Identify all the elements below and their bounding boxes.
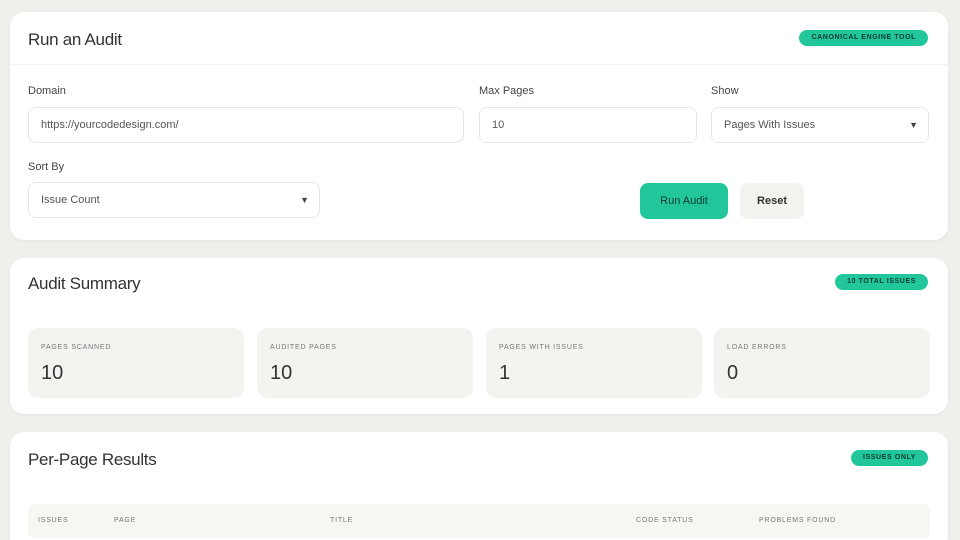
- stat-load-errors: Load Errors 0: [714, 328, 930, 398]
- stat-pages-scanned: Pages Scanned 10: [28, 328, 244, 398]
- domain-label: Domain: [28, 85, 66, 97]
- sort-by-select[interactable]: Issue Count ▼: [28, 182, 320, 218]
- max-pages-label: Max Pages: [479, 85, 535, 97]
- run-audit-button[interactable]: Run Audit: [640, 183, 728, 219]
- run-audit-card: Run an Audit Canonical Engine Tool Domai…: [10, 12, 948, 240]
- stat-value: 1: [499, 362, 511, 384]
- per-page-results-card: Per-Page Results Issues Only Issues Page…: [10, 432, 948, 540]
- stat-value: 10: [41, 362, 64, 384]
- sort-by-label: Sort By: [28, 161, 65, 173]
- results-filter-badge: Issues Only: [850, 450, 928, 466]
- stat-pages-with-issues: Pages With Issues 1: [486, 328, 702, 398]
- audit-summary-title: Audit Summary: [28, 274, 141, 293]
- audit-tool-badge: Canonical Engine Tool: [799, 30, 928, 46]
- max-pages-input[interactable]: 10: [479, 107, 697, 143]
- stat-label: Pages With Issues: [499, 344, 584, 351]
- sort-by-select-value: Issue Count: [41, 194, 100, 206]
- card-divider: [10, 64, 948, 65]
- show-label: Show: [711, 85, 739, 97]
- stat-value: 0: [727, 362, 739, 384]
- stat-value: 10: [270, 362, 293, 384]
- total-issues-badge: 10 Total Issues: [835, 274, 928, 290]
- show-select-value: Pages With Issues: [724, 119, 816, 131]
- results-table-header: Issues Page Title Code Status Problems F…: [28, 504, 930, 538]
- run-audit-title: Run an Audit: [28, 30, 122, 49]
- audit-summary-card: Audit Summary 10 Total Issues Pages Scan…: [10, 258, 948, 414]
- per-page-results-title: Per-Page Results: [28, 450, 157, 469]
- stat-label: Pages Scanned: [41, 344, 112, 351]
- column-header-title[interactable]: Title: [330, 504, 353, 538]
- reset-button[interactable]: Reset: [740, 183, 804, 219]
- column-header-page[interactable]: Page: [114, 504, 136, 538]
- column-header-problems-found[interactable]: Problems Found: [759, 504, 836, 538]
- column-header-issues[interactable]: Issues: [38, 504, 68, 538]
- stat-label: Audited Pages: [270, 344, 337, 351]
- stat-audited-pages: Audited Pages 10: [257, 328, 473, 398]
- stat-label: Load Errors: [727, 344, 787, 351]
- column-header-code-status[interactable]: Code Status: [636, 504, 694, 538]
- show-select[interactable]: Pages With Issues ▼: [711, 107, 929, 143]
- domain-input[interactable]: https://yourcodedesign.com/: [28, 107, 464, 143]
- chevron-down-icon: ▼: [909, 120, 918, 130]
- chevron-down-icon: ▼: [300, 195, 309, 205]
